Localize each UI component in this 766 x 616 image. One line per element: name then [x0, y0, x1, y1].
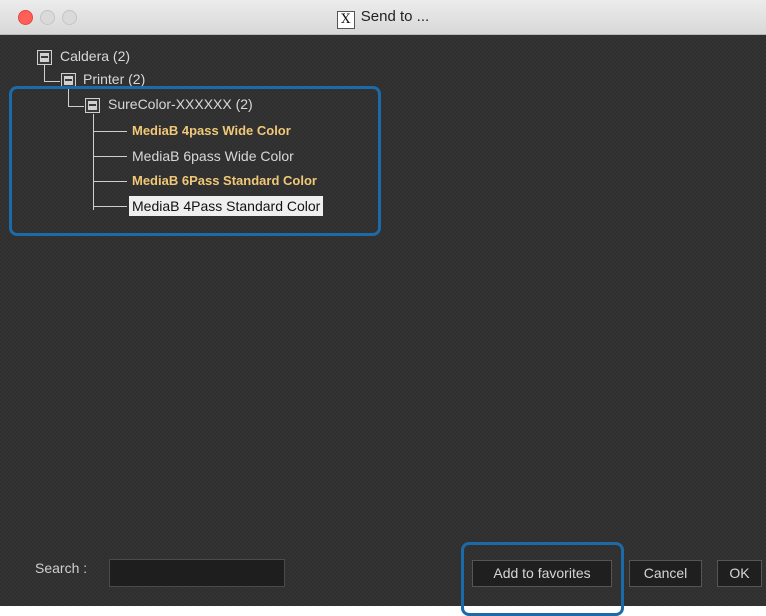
collapse-box-icon[interactable] [37, 50, 52, 65]
window-title: Send to ... [360, 8, 430, 25]
tree-connector [44, 81, 60, 82]
app-icon: X [336, 11, 355, 29]
tree-node-printer[interactable]: Printer (2) [83, 71, 145, 87]
title-bar: X Send to ... [0, 0, 766, 35]
tree-panel: Caldera (2) Printer (2) SureColor-XXXXXX… [0, 35, 766, 616]
send-to-window: X Send to ... Caldera (2) Printer (2) Sur… [0, 0, 766, 616]
tree-highlight-callout [9, 86, 381, 236]
tree-connector [44, 65, 45, 82]
tree-node-caldera[interactable]: Caldera (2) [60, 48, 130, 64]
search-label: Search : [35, 560, 88, 576]
cancel-button[interactable]: Cancel [629, 560, 702, 587]
search-input[interactable] [109, 559, 285, 587]
ok-button[interactable]: OK [717, 560, 762, 587]
window-title-area: X Send to ... [0, 8, 766, 29]
favorites-highlight-callout [461, 542, 624, 616]
